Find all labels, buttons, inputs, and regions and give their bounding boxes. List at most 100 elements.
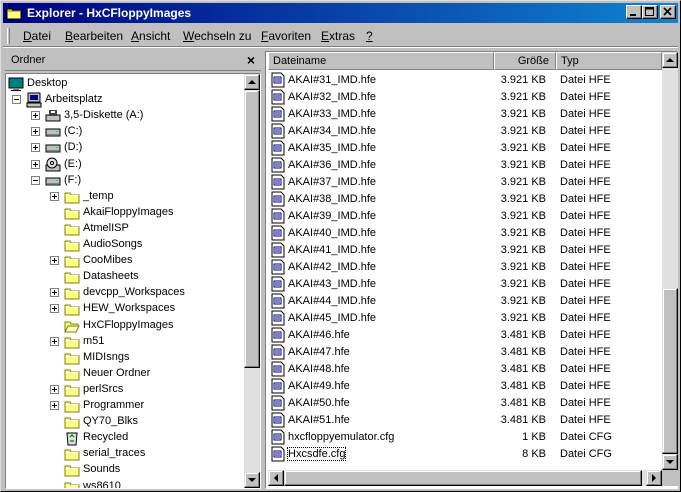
file-row[interactable]: AKAI#40_IMD.hfe 3.921 KB Datei HFE (266, 225, 662, 242)
menu-favoriten[interactable]: Favoriten (261, 29, 311, 43)
file-list-hscrollbar[interactable] (268, 470, 662, 486)
menu-extras[interactable]: Extras (321, 29, 355, 43)
file-row[interactable]: AKAI#39_IMD.hfe 3.921 KB Datei HFE (266, 208, 662, 225)
scroll-down-button[interactable] (244, 472, 260, 488)
expand-icon[interactable] (50, 304, 59, 314)
folder-tree-scrollbar[interactable] (244, 74, 260, 488)
list-scroll-thumb[interactable] (662, 288, 678, 454)
tree-item[interactable]: Sounds (6, 462, 242, 478)
tree-item[interactable]: ws8610 (6, 479, 242, 488)
tree-item[interactable]: devcpp_Workspaces (6, 285, 242, 301)
close-icon (663, 7, 672, 16)
file-row[interactable]: AKAI#50.hfe 3.481 KB Datei HFE (266, 395, 662, 412)
file-row[interactable]: AKAI#48.hfe 3.481 KB Datei HFE (266, 361, 662, 378)
file-row[interactable]: AKAI#42_IMD.hfe 3.921 KB Datei HFE (266, 259, 662, 276)
menu-datei[interactable]: Datei (23, 29, 51, 43)
tree-item[interactable]: AkaiFloppyImages (6, 205, 242, 221)
tree-item[interactable]: Recycled (6, 430, 242, 446)
menu-wechseln-zu[interactable]: Wechseln zu (183, 29, 251, 43)
file-row[interactable]: Hxcsdfe.cfg 8 KB Datei CFG (266, 446, 662, 463)
menu-help[interactable]: ? (366, 29, 373, 43)
tree-item[interactable]: QY70_Blks (6, 414, 242, 430)
file-row[interactable]: AKAI#34_IMD.hfe 3.921 KB Datei HFE (266, 123, 662, 140)
folder-tree: Desktop Arbeitsplatz 3,5-Diskette (A:) (C:)… (5, 73, 261, 489)
folder-icon (64, 301, 80, 317)
tree-item[interactable]: MIDIsngs (6, 350, 242, 366)
collapse-icon[interactable] (31, 175, 40, 185)
scroll-right-button[interactable] (646, 470, 662, 486)
minimize-button[interactable] (626, 5, 642, 19)
menu-bearbeiten[interactable]: Bearbeiten (65, 29, 123, 43)
column-header-name[interactable]: Dateiname (268, 52, 494, 70)
expand-icon[interactable] (31, 111, 40, 121)
expand-icon[interactable] (31, 159, 40, 169)
file-row[interactable]: AKAI#47.hfe 3.481 KB Datei HFE (266, 344, 662, 361)
tree-item[interactable]: 3,5-Diskette (A:) (6, 108, 242, 124)
file-row[interactable]: AKAI#51.hfe 3.481 KB Datei HFE (266, 412, 662, 429)
title-bar[interactable]: Explorer - HxCFloppyImages (3, 3, 678, 23)
column-header-type[interactable]: Typ (556, 52, 662, 70)
file-row[interactable]: AKAI#45_IMD.hfe 3.921 KB Datei HFE (266, 310, 662, 327)
file-row[interactable]: AKAI#41_IMD.hfe 3.921 KB Datei HFE (266, 242, 662, 259)
file-icon (270, 395, 286, 411)
tree-item[interactable]: Datasheets (6, 269, 242, 285)
expand-icon[interactable] (50, 191, 59, 201)
file-row[interactable]: hxcfloppyemulator.cfg 1 KB Datei CFG (266, 429, 662, 446)
close-button[interactable] (660, 5, 676, 19)
file-row[interactable]: AKAI#49.hfe 3.481 KB Datei HFE (266, 378, 662, 395)
file-row[interactable]: AKAI#38_IMD.hfe 3.921 KB Datei HFE (266, 191, 662, 208)
file-row[interactable]: AKAI#37_IMD.hfe 3.921 KB Datei HFE (266, 174, 662, 191)
file-row[interactable]: AKAI#33_IMD.hfe 3.921 KB Datei HFE (266, 106, 662, 123)
file-row[interactable]: AKAI#36_IMD.hfe 3.921 KB Datei HFE (266, 157, 662, 174)
tree-item[interactable]: (E:) (6, 157, 242, 173)
menu-grip[interactable] (7, 28, 10, 44)
tree-item[interactable]: HEW_Workspaces (6, 301, 242, 317)
scroll-left-button[interactable] (268, 470, 284, 486)
expand-icon[interactable] (50, 401, 59, 410)
expand-icon[interactable] (31, 127, 40, 137)
list-scroll-down-button[interactable] (662, 454, 678, 470)
tree-item[interactable]: (C:) (6, 124, 242, 140)
file-row[interactable]: AKAI#46.hfe 3.481 KB Datei HFE (266, 327, 662, 344)
maximize-button[interactable] (642, 5, 658, 19)
tree-item[interactable]: HxCFloppyImages (6, 318, 242, 334)
tree-item[interactable]: _temp (6, 189, 242, 205)
expand-icon[interactable] (50, 256, 59, 266)
file-row[interactable]: AKAI#43_IMD.hfe 3.921 KB Datei HFE (266, 276, 662, 293)
tree-item[interactable]: AtmelISP (6, 221, 242, 237)
tree-item[interactable]: (F:) (6, 173, 242, 189)
file-list-vscrollbar[interactable] (662, 52, 678, 470)
column-header-size[interactable]: Größe (494, 52, 556, 70)
tree-item[interactable]: Programmer (6, 398, 242, 414)
tree-item[interactable]: m51 (6, 334, 242, 350)
file-row[interactable]: AKAI#35_IMD.hfe 3.921 KB Datei HFE (266, 140, 662, 157)
file-row[interactable]: AKAI#31_IMD.hfe 3.921 KB Datei HFE (266, 72, 662, 89)
hscroll-thumb[interactable] (284, 470, 642, 486)
file-size: 3.921 KB (500, 159, 546, 171)
expand-icon[interactable] (50, 288, 59, 298)
file-icon (270, 412, 286, 428)
file-name: AKAI#41_IMD.hfe (288, 244, 377, 256)
tree-item[interactable]: Arbeitsplatz (6, 92, 242, 108)
file-row[interactable]: AKAI#44_IMD.hfe 3.921 KB Datei HFE (266, 293, 662, 310)
menu-ansicht[interactable]: Ansicht (131, 29, 170, 43)
tree-item[interactable]: CooMibes (6, 253, 242, 269)
expand-icon[interactable] (50, 384, 59, 394)
tree-item[interactable]: perlSrcs (6, 382, 242, 398)
folder-icon (64, 462, 80, 478)
file-type: Datei HFE (560, 227, 611, 239)
tree-item[interactable]: (D:) (6, 140, 242, 156)
tree-item[interactable]: AudioSongs (6, 237, 242, 253)
tree-item[interactable]: Neuer Ordner (6, 366, 242, 382)
list-scroll-up-button[interactable] (662, 52, 678, 68)
tree-item[interactable]: Desktop (6, 76, 242, 92)
size-grip[interactable] (662, 470, 678, 486)
expand-icon[interactable] (50, 336, 59, 346)
tree-item[interactable]: serial_traces (6, 446, 242, 462)
file-row[interactable]: AKAI#32_IMD.hfe 3.921 KB Datei HFE (266, 89, 662, 106)
scroll-thumb[interactable] (244, 90, 260, 368)
expand-icon[interactable] (31, 143, 40, 153)
collapse-icon[interactable] (12, 95, 21, 105)
scroll-up-button[interactable] (244, 74, 260, 90)
close-folder-pane-icon[interactable]: × (247, 52, 255, 68)
